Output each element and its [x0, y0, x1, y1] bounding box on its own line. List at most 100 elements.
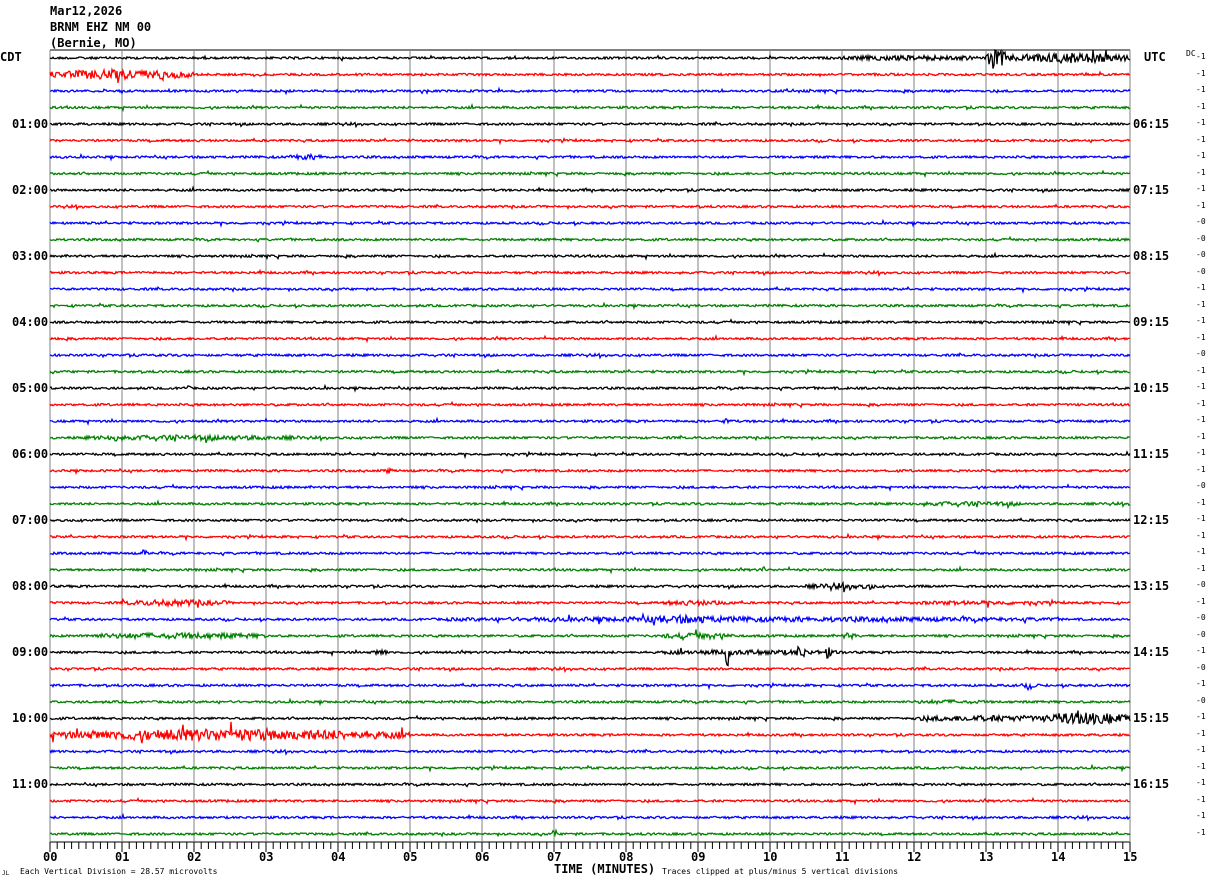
dc-offset: -1: [1196, 679, 1206, 689]
dc-offset: -1: [1196, 761, 1206, 771]
seismic-trace-row-8: [49, 185, 1131, 194]
seismic-trace-row-40: [49, 710, 1131, 726]
seismic-trace-row-47: [49, 828, 1131, 838]
seismic-trace-row-44: [49, 781, 1131, 788]
seismic-trace-row-30: [49, 549, 1131, 557]
left-hour-label: 10:00: [12, 711, 49, 726]
seismic-trace-row-42: [49, 748, 1131, 756]
helicorder-plot: [49, 48, 1131, 852]
dc-offset: -1: [1196, 778, 1206, 788]
seismic-trace-row-29: [49, 532, 1131, 542]
dc-offset: -0: [1196, 613, 1206, 623]
seismic-trace-row-24: [49, 450, 1131, 460]
dc-offset: -1: [1196, 151, 1206, 161]
seismic-trace-row-15: [49, 301, 1131, 311]
dc-offset: -1: [1196, 398, 1206, 408]
left-hour-label: 06:00: [12, 447, 49, 462]
dc-offset: -1: [1196, 547, 1206, 557]
clip-note: Traces clipped at plus/minus 5 vertical …: [662, 867, 899, 876]
dc-offset: -1: [1196, 431, 1206, 441]
seismic-trace-row-10: [49, 218, 1131, 228]
seismic-trace-row-22: [49, 416, 1131, 426]
seismic-trace-row-1: [49, 67, 1131, 84]
dc-offset: -0: [1196, 662, 1206, 672]
left-hour-label: 11:00: [12, 777, 49, 792]
x-tick-label: 15: [1123, 850, 1138, 864]
seismic-trace-row-2: [50, 86, 1131, 96]
right-hour-label: 15:15: [1133, 711, 1170, 726]
left-hour-label: 09:00: [12, 645, 49, 660]
right-hour-label: 08:15: [1133, 249, 1170, 264]
right-hour-label: 10:15: [1133, 381, 1170, 396]
seismic-trace-row-5: [49, 136, 1131, 146]
seismic-trace-row-21: [49, 400, 1131, 409]
dc-offset: -1: [1196, 316, 1206, 326]
seismic-trace-row-12: [49, 251, 1131, 261]
x-tick-label: 01: [115, 850, 130, 864]
seismic-trace-row-43: [49, 763, 1131, 773]
right-hour-label: 07:15: [1133, 183, 1170, 198]
x-tick-label: 02: [187, 850, 202, 864]
dc-offset: -1: [1196, 118, 1206, 128]
seismic-trace-row-25: [49, 466, 1131, 476]
dc-offset: -1: [1196, 85, 1206, 95]
dc-offset: -1: [1196, 712, 1206, 722]
dc-offset: -1: [1196, 464, 1206, 474]
seismic-trace-row-35: [49, 629, 1131, 642]
seismic-trace-row-18: [49, 352, 1131, 360]
dc-offset: -1: [1196, 596, 1206, 606]
dc-offset: -1: [1196, 794, 1206, 804]
dc-offset: -1: [1196, 646, 1206, 656]
x-tick-label: 04: [331, 850, 346, 864]
dc-offset: -0: [1196, 695, 1206, 705]
dc-offset: -1: [1196, 332, 1206, 342]
left-hour-label: 02:00: [12, 183, 49, 198]
left-hour-label: 08:00: [12, 579, 49, 594]
seismic-trace-row-13: [49, 268, 1131, 277]
dc-offset: -1: [1196, 745, 1206, 755]
seismic-trace-row-27: [49, 499, 1131, 510]
right-hour-label: 09:15: [1133, 315, 1170, 330]
seismic-trace-row-28: [50, 517, 1131, 524]
x-tick-label: 09: [691, 850, 706, 864]
seismic-trace-row-31: [49, 565, 1131, 575]
dc-offset: -1: [1196, 68, 1206, 78]
seismic-trace-row-7: [49, 169, 1131, 179]
dc-offset: -1: [1196, 827, 1206, 837]
x-axis-label: TIME (MINUTES): [554, 862, 656, 876]
seismic-trace-row-33: [49, 597, 1131, 609]
dc-offset: -1: [1196, 283, 1206, 293]
left-hour-label: 07:00: [12, 513, 49, 528]
dc-offset: -1: [1196, 299, 1206, 309]
dc-offset: -1: [1196, 497, 1206, 507]
seismic-trace-row-17: [49, 334, 1131, 344]
seismic-trace-row-6: [49, 152, 1131, 162]
dc-offset: -1: [1196, 514, 1206, 524]
x-tick-label: 10: [763, 850, 778, 864]
seismic-trace-row-20: [49, 383, 1131, 393]
seismic-trace-row-23: [49, 433, 1131, 444]
dc-offset: -1: [1196, 448, 1206, 458]
seismic-trace-row-9: [49, 203, 1131, 211]
x-tick-label: 13: [979, 850, 994, 864]
right-hour-label: 06:15: [1133, 117, 1170, 132]
dc-offset: -1: [1196, 200, 1206, 210]
dc-offset: -0: [1196, 349, 1206, 359]
dc-offset: -0: [1196, 266, 1206, 276]
seismic-trace-row-0: [50, 48, 1131, 69]
dc-offset: -1: [1196, 530, 1206, 540]
seismic-trace-row-3: [49, 102, 1131, 113]
seismic-trace-row-14: [50, 285, 1131, 295]
x-tick-label: 11: [835, 850, 850, 864]
x-tick-label: 05: [403, 850, 418, 864]
scale-note: Each Vertical Division = 28.57 microvolt…: [20, 867, 218, 876]
dc-offset: -1: [1196, 134, 1206, 144]
x-tick-label: 00: [43, 850, 58, 864]
seismic-trace-row-45: [49, 796, 1131, 806]
dc-offset: -1: [1196, 415, 1206, 425]
dc-offset: -1: [1196, 563, 1206, 573]
seismic-trace-row-32: [49, 580, 1131, 593]
seismic-trace-row-34: [49, 611, 1131, 626]
right-hour-label: 16:15: [1133, 777, 1170, 792]
dc-offset: -0: [1196, 481, 1206, 491]
